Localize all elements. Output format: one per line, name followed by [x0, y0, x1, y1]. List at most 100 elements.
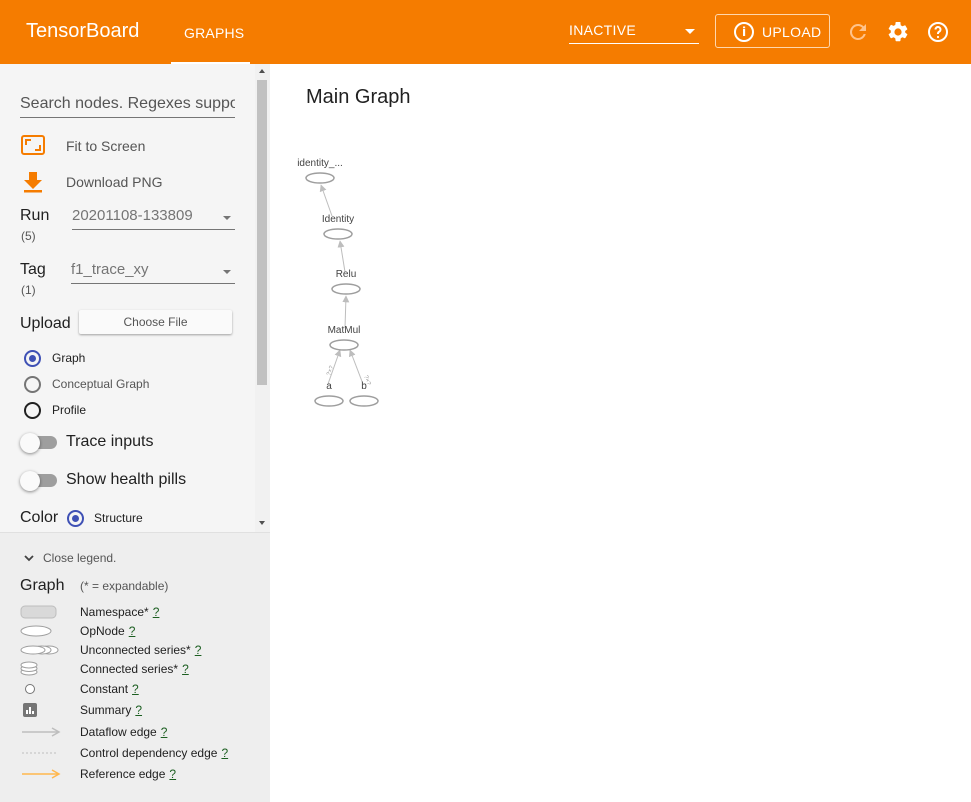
legend-label: Namespace*	[80, 605, 149, 619]
radio-selected[interactable]	[24, 350, 41, 367]
namespace-icon	[20, 605, 57, 619]
download-png-button[interactable]: Download PNG	[20, 170, 240, 194]
inactive-plugins-label: INACTIVE	[569, 22, 636, 38]
radio-unselected[interactable]	[24, 402, 41, 419]
run-dropdown[interactable]: 20201108-133809	[72, 204, 235, 230]
op-node[interactable]	[323, 228, 353, 240]
run-count: (5)	[21, 229, 36, 243]
inactive-plugins-dropdown[interactable]: INACTIVE	[569, 18, 699, 44]
radio-unselected[interactable]	[24, 376, 41, 393]
tab-graphs-label: GRAPHS	[184, 25, 245, 41]
health-pills-toggle[interactable]: Show health pills	[20, 469, 240, 493]
legend-help-link[interactable]: ?	[182, 662, 189, 676]
tab-graphs[interactable]: GRAPHS	[171, 0, 250, 64]
legend-label: Reference edge	[80, 767, 166, 781]
legend-help-link[interactable]: ?	[135, 703, 142, 717]
graph-type-graph-label: Graph	[52, 351, 86, 365]
op-node[interactable]	[314, 395, 344, 407]
node-label: a	[326, 381, 332, 392]
legend-help-link[interactable]: ?	[161, 725, 168, 739]
fit-to-screen-button[interactable]: Fit to Screen	[20, 134, 240, 158]
legend-label: Unconnected series*	[80, 643, 191, 657]
graph-node-matmul[interactable]: MatMul	[328, 325, 361, 351]
color-structure-label: Structure	[94, 511, 143, 525]
tag-value: f1_trace_xy	[71, 261, 149, 278]
graph-type-profile-label: Profile	[52, 403, 87, 417]
gear-icon[interactable]	[886, 20, 910, 44]
chevron-down-icon	[223, 216, 231, 220]
op-node[interactable]	[305, 172, 335, 184]
sidebar-scrollbar[interactable]	[255, 64, 270, 532]
legend-item: OpNode?	[20, 623, 260, 639]
choose-file-button[interactable]: Choose File	[79, 310, 232, 334]
app-brand: TensorBoard	[26, 20, 140, 42]
close-legend-label: Close legend.	[43, 551, 117, 565]
tag-count: (1)	[21, 283, 36, 297]
legend-label: Connected series*	[80, 662, 179, 676]
legend-item: Summary?	[20, 702, 260, 718]
graph-node-identity[interactable]: Identity	[322, 214, 354, 240]
scroll-down-arrow-icon[interactable]	[259, 521, 265, 525]
health-pills-label: Show health pills	[66, 471, 187, 488]
top-app-bar: TensorBoard GRAPHS INACTIVE i UPLOAD	[0, 0, 971, 64]
graph-canvas[interactable]: Main Graph ?×? ?×? identity_... Identity…	[270, 64, 971, 802]
tag-dropdown[interactable]: f1_trace_xy	[71, 258, 235, 284]
unconnected-series-icon	[20, 645, 59, 655]
legend-item: Unconnected series*?	[20, 642, 260, 658]
legend-label: Constant	[80, 682, 129, 696]
legend-item: Reference edge?	[20, 766, 260, 782]
download-icon	[24, 172, 42, 193]
legend-help-link[interactable]: ?	[221, 746, 228, 760]
toggle-knob[interactable]	[20, 433, 40, 453]
dataflow-edge	[337, 240, 346, 273]
dataflow-edge	[342, 295, 350, 329]
sidebar: Search nodes. Regexes supported. Fit to …	[0, 64, 270, 802]
scroll-up-arrow-icon[interactable]	[259, 69, 265, 73]
graph-node-a[interactable]: a	[314, 381, 344, 407]
dataflow-edge	[348, 349, 364, 385]
info-icon: i	[734, 22, 754, 42]
tag-label: Tag	[20, 261, 46, 278]
graph-node-b[interactable]: b	[349, 381, 379, 407]
fit-to-screen-label: Fit to Screen	[66, 138, 146, 154]
help-icon[interactable]	[926, 20, 950, 44]
graph-node-relu[interactable]: Relu	[331, 269, 361, 295]
legend-item: Constant?	[20, 681, 260, 697]
upload-label: Upload	[20, 315, 71, 332]
opnode-icon	[20, 625, 52, 637]
radio-selected[interactable]	[67, 510, 84, 527]
chevron-down-icon	[685, 29, 695, 34]
upload-button-label: UPLOAD	[762, 24, 822, 40]
chevron-down-icon	[24, 555, 34, 562]
legend-help-link[interactable]: ?	[195, 643, 202, 657]
legend-help-link[interactable]: ?	[129, 624, 136, 638]
node-label: Identity	[322, 214, 354, 225]
op-node[interactable]	[331, 283, 361, 295]
download-png-label: Download PNG	[66, 174, 163, 190]
node-label: b	[361, 381, 367, 392]
fit-screen-icon	[21, 135, 45, 155]
reload-icon[interactable]	[846, 20, 870, 44]
legend-help-link[interactable]: ?	[132, 682, 139, 696]
node-label: identity_...	[297, 158, 343, 169]
legend-item: Dataflow edge?	[20, 724, 260, 740]
reference-edge-icon	[22, 769, 61, 779]
search-nodes-input[interactable]: Search nodes. Regexes supported.	[20, 88, 235, 118]
scrollbar-thumb[interactable]	[257, 80, 267, 385]
legend-item: Connected series*?	[20, 661, 260, 677]
legend-help-link[interactable]: ?	[169, 767, 176, 781]
toggle-knob[interactable]	[20, 471, 40, 491]
graph-svg[interactable]: ?×? ?×? identity_... Identity Relu MatMu…	[270, 64, 971, 802]
color-label: Color	[20, 509, 59, 526]
trace-inputs-toggle[interactable]: Trace inputs	[20, 431, 240, 455]
graph-controls: Search nodes. Regexes supported. Fit to …	[0, 64, 270, 532]
trace-inputs-label: Trace inputs	[66, 433, 154, 450]
legend-label: Dataflow edge	[80, 725, 157, 739]
legend-help-link[interactable]: ?	[153, 605, 160, 619]
op-node[interactable]	[329, 339, 359, 351]
upload-button[interactable]: i UPLOAD	[715, 14, 830, 48]
op-node[interactable]	[349, 395, 379, 407]
choose-file-label: Choose File	[123, 315, 188, 329]
graph-node-identity-1[interactable]: identity_...	[297, 158, 343, 184]
summary-icon	[23, 703, 37, 717]
